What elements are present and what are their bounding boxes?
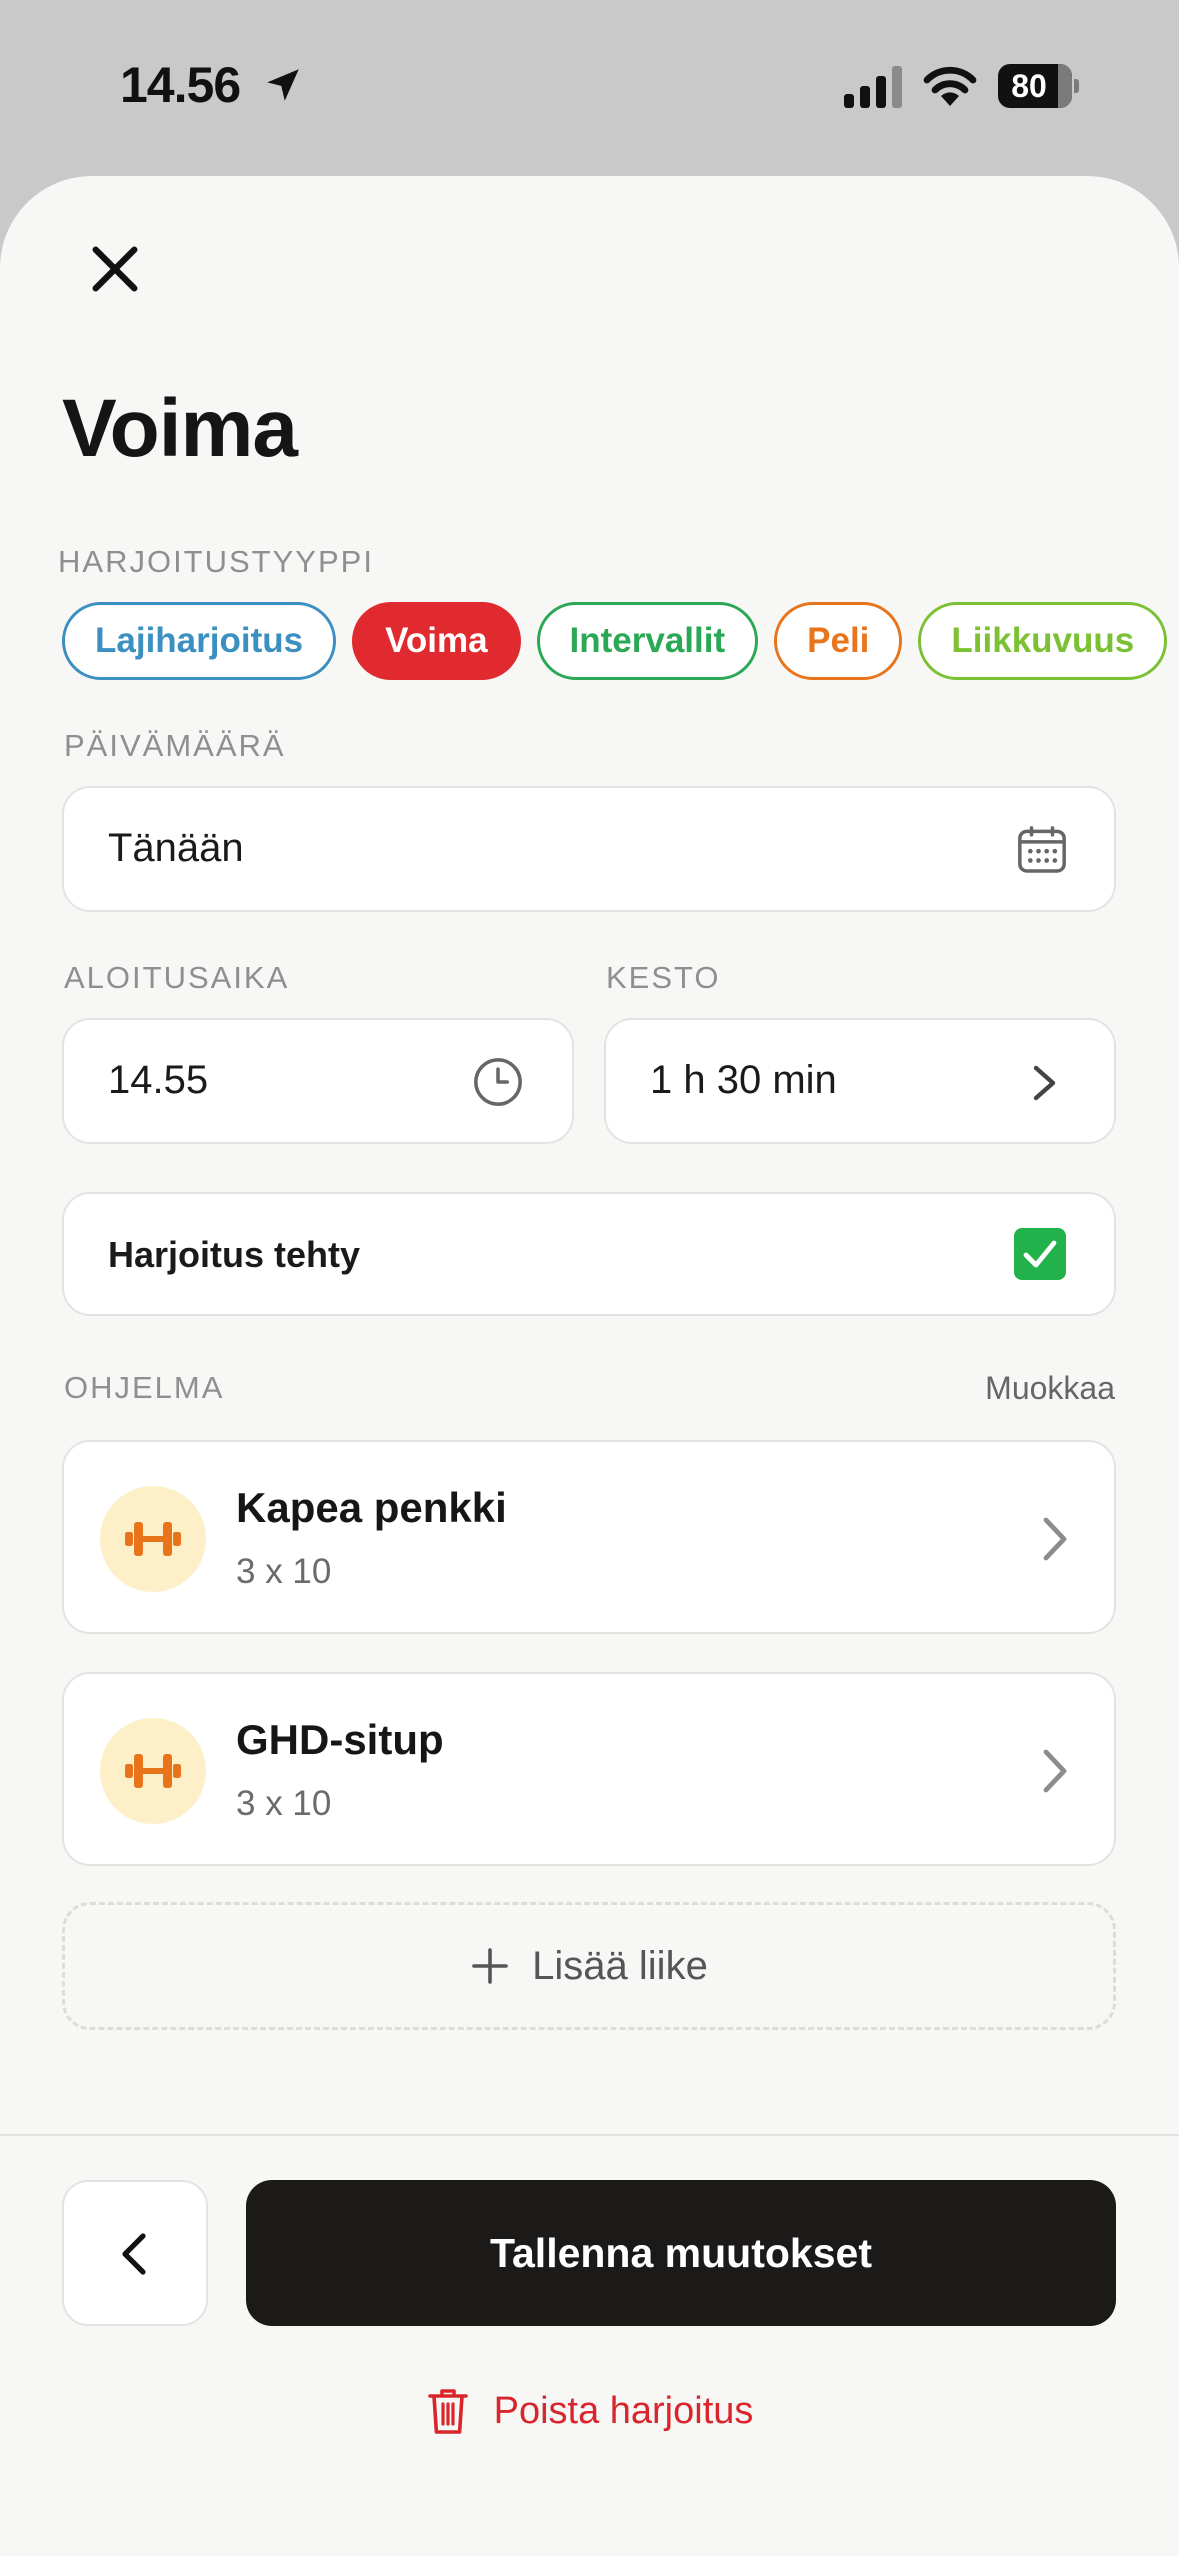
save-changes-button[interactable]: Tallenna muutokset <box>246 2180 1116 2326</box>
close-icon[interactable] <box>86 240 144 298</box>
page-title: Voima <box>62 383 298 474</box>
exercise-card[interactable]: Kapea penkki 3 x 10 <box>62 1440 1116 1634</box>
add-exercise-label: Lisää liike <box>532 1943 708 1988</box>
chip-voima[interactable]: Voima <box>352 602 521 680</box>
delete-workout-button[interactable]: Poista harjoitus <box>0 2376 1179 2446</box>
chevron-left-icon <box>122 2233 146 2275</box>
date-label: PÄIVÄMÄÄRÄ <box>64 728 286 763</box>
exercise-sets: 3 x 10 <box>236 1784 332 1823</box>
workout-sheet: Voima HARJOITUSTYYPPI Lajiharjoitus Voima… <box>0 176 1179 2556</box>
dumbbell-icon <box>125 1754 181 1788</box>
plus-icon <box>472 1948 508 1984</box>
chip-liikkuvuus[interactable]: Liikkuvuus <box>918 602 1168 680</box>
back-button[interactable] <box>62 2180 208 2326</box>
footer-divider <box>0 2134 1179 2136</box>
dumbbell-icon <box>125 1522 181 1556</box>
chevron-right-icon <box>1043 1749 1067 1793</box>
exercise-card[interactable]: GHD-situp 3 x 10 <box>62 1672 1116 1866</box>
status-bar: 14.56 80 <box>0 0 1179 176</box>
exercise-badge <box>100 1486 206 1592</box>
location-arrow-icon <box>267 69 299 101</box>
duration-label: KESTO <box>606 960 721 995</box>
exercise-badge <box>100 1718 206 1824</box>
start-time-field[interactable]: 14.55 <box>62 1018 574 1144</box>
edit-program-link[interactable]: Muokkaa <box>985 1370 1115 1407</box>
duration-value: 1 h 30 min <box>650 1058 837 1102</box>
delete-workout-label: Poista harjoitus <box>493 2389 754 2432</box>
date-field[interactable]: Tänään <box>62 786 1116 912</box>
wifi-icon <box>923 66 977 106</box>
chip-lajiharjoitus[interactable]: Lajiharjoitus <box>62 602 337 680</box>
cellular-signal-icon <box>844 66 902 108</box>
start-time-value: 14.55 <box>108 1058 209 1102</box>
chevron-right-icon <box>1033 1065 1056 1101</box>
workout-type-label: HARJOITUSTYYPPI <box>58 544 374 579</box>
exercise-name: GHD-situp <box>236 1716 444 1763</box>
status-time: 14.56 <box>120 57 241 113</box>
chip-peli[interactable]: Peli <box>774 602 903 680</box>
workout-done-checkbox[interactable] <box>1014 1228 1066 1280</box>
workout-done-label: Harjoitus tehty <box>108 1234 361 1275</box>
start-time-label: ALOITUSAIKA <box>64 960 290 995</box>
duration-field[interactable]: 1 h 30 min <box>604 1018 1116 1144</box>
exercise-sets: 3 x 10 <box>236 1552 332 1591</box>
add-exercise-button[interactable]: Lisää liike <box>62 1902 1116 2030</box>
date-value: Tänään <box>108 826 244 870</box>
chip-intervallit[interactable]: Intervallit <box>536 602 759 680</box>
clock-icon <box>474 1058 522 1106</box>
battery-level: 80 <box>1011 68 1047 104</box>
checkmark-icon <box>1023 1240 1057 1268</box>
chevron-right-icon <box>1043 1517 1067 1561</box>
program-label: OHJELMA <box>64 1370 225 1405</box>
trash-icon <box>427 2389 468 2434</box>
exercise-name: Kapea penkki <box>236 1484 507 1531</box>
workout-type-chips: Lajiharjoitus Voima Intervallit Peli Liikkuv… <box>62 602 1179 682</box>
battery-icon: 80 <box>998 64 1079 108</box>
workout-done-row[interactable]: Harjoitus tehty <box>62 1192 1116 1316</box>
calendar-icon <box>1018 826 1066 873</box>
